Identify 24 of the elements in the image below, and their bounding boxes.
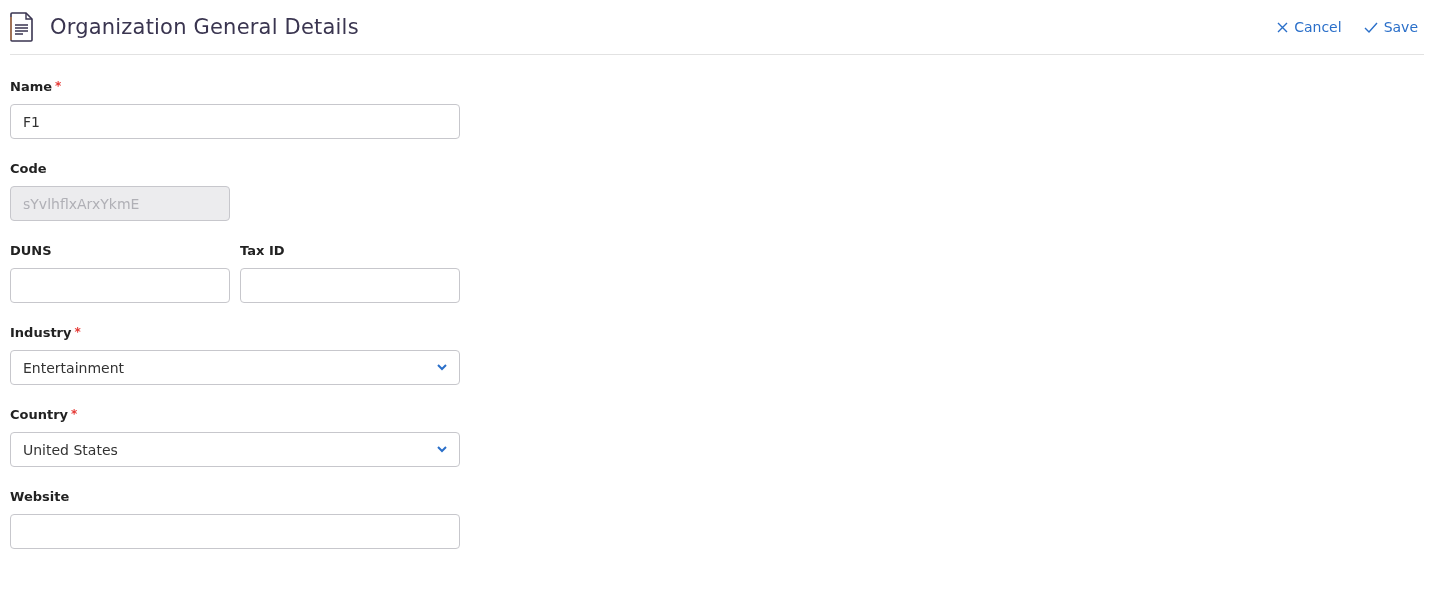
field-label: Industry — [10, 324, 72, 340]
field-label: Country — [10, 406, 69, 422]
dropdown-select[interactable]: Entertainment — [10, 350, 460, 385]
save-button[interactable]: Save — [1363, 19, 1418, 35]
input-field[interactable] — [10, 514, 460, 549]
field-label: DUNS — [10, 242, 52, 258]
field-label: Tax ID — [240, 242, 285, 258]
chevron-down-icon — [437, 446, 447, 453]
required-mark: * — [71, 407, 78, 421]
input-field[interactable] — [240, 268, 460, 303]
required-mark: * — [55, 79, 62, 93]
field-label: Code — [10, 160, 47, 176]
dropdown-select[interactable]: United States — [10, 432, 460, 467]
close-icon — [1277, 21, 1289, 33]
field-label: Name — [10, 78, 52, 94]
checkmark-icon — [1363, 21, 1378, 33]
page-title: Organization General Details — [50, 15, 359, 39]
input-field[interactable]: F1 — [10, 104, 460, 139]
field-label: Website — [10, 488, 70, 504]
input-field[interactable] — [10, 268, 230, 303]
required-mark: * — [74, 325, 81, 339]
document-icon — [10, 12, 34, 42]
chevron-down-icon — [437, 364, 447, 371]
cancel-button[interactable]: Cancel — [1277, 19, 1342, 35]
